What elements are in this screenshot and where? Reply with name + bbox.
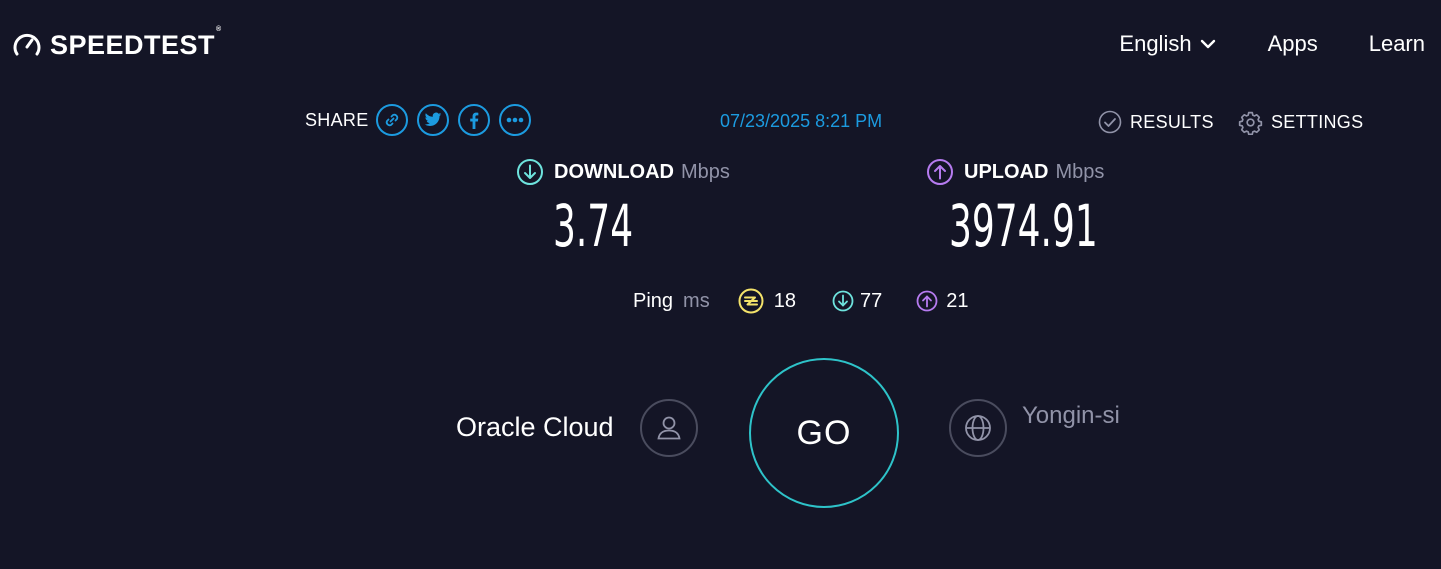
user-icon [657, 416, 681, 440]
share-twitter-button[interactable] [416, 104, 449, 136]
speedtest-page: SPEEDTEST® English Apps Learn SHARE 07/2… [0, 0, 1441, 569]
go-button[interactable]: GO [749, 358, 899, 508]
download-arrow-icon [517, 159, 543, 185]
facebook-icon [469, 112, 478, 129]
check-circle-icon [1098, 110, 1122, 134]
share-label: SHARE [305, 109, 369, 130]
share-link-button[interactable] [375, 104, 408, 136]
upload-speed-value: 3974.91 [949, 192, 1098, 260]
results-label: RESULTS [1130, 111, 1214, 132]
ping-idle-value: 18 [773, 289, 796, 312]
download-header: DOWNLOAD Mbps [516, 158, 730, 186]
ping-unit: ms [683, 289, 710, 312]
upload-latency-icon [916, 290, 938, 312]
language-label: English [1119, 31, 1192, 56]
upload-arrow-icon [927, 159, 953, 185]
results-button[interactable]: RESULTS [1098, 110, 1214, 134]
result-timestamp[interactable]: 07/23/2025 8:21 PM [720, 111, 882, 132]
ping-upload[interactable]: 21 [916, 290, 968, 313]
ping-label: Ping [633, 289, 674, 312]
nav-learn-link[interactable]: Learn [1369, 31, 1425, 57]
link-icon [385, 113, 398, 127]
share-bar: SHARE [305, 103, 540, 137]
ping-upload-value: 21 [946, 289, 969, 312]
settings-label: SETTINGS [1271, 112, 1364, 132]
download-label: DOWNLOAD [554, 160, 674, 183]
logo-text: SPEEDTEST® [50, 25, 222, 60]
isp-button[interactable] [640, 399, 698, 457]
ping-row: Ping ms 18 77 21 [633, 286, 968, 316]
ping-download-value: 77 [859, 289, 883, 312]
isp-name: Oracle Cloud [456, 412, 614, 442]
idle-latency-icon [738, 288, 764, 314]
twitter-icon [424, 112, 441, 127]
ping-idle[interactable]: 18 [738, 288, 796, 314]
gear-icon [1238, 111, 1263, 135]
top-nav: English Apps Learn [1119, 30, 1425, 58]
download-speed-value: 3.74 [553, 192, 634, 260]
settings-button[interactable]: SETTINGS [1238, 110, 1363, 135]
share-facebook-button[interactable] [457, 104, 490, 136]
upload-label: UPLOAD [964, 160, 1049, 183]
gauge-icon [13, 33, 41, 56]
ping-download[interactable]: 77 [832, 290, 882, 313]
upload-unit: Mbps [1055, 160, 1105, 183]
more-icon [506, 117, 523, 123]
download-unit: Mbps [680, 160, 730, 183]
server-location[interactable]: Yongin-si [1022, 402, 1120, 430]
language-selector[interactable]: English [1119, 31, 1215, 57]
nav-apps-link[interactable]: Apps [1268, 31, 1318, 57]
server-button[interactable] [949, 399, 1007, 457]
go-label: GO [796, 413, 852, 452]
share-more-button[interactable] [498, 104, 531, 136]
chevron-down-icon [1200, 39, 1215, 49]
upload-header: UPLOAD Mbps [926, 158, 1104, 186]
download-latency-icon [832, 290, 854, 312]
globe-icon [965, 415, 991, 441]
speedtest-logo[interactable]: SPEEDTEST® [12, 25, 222, 60]
